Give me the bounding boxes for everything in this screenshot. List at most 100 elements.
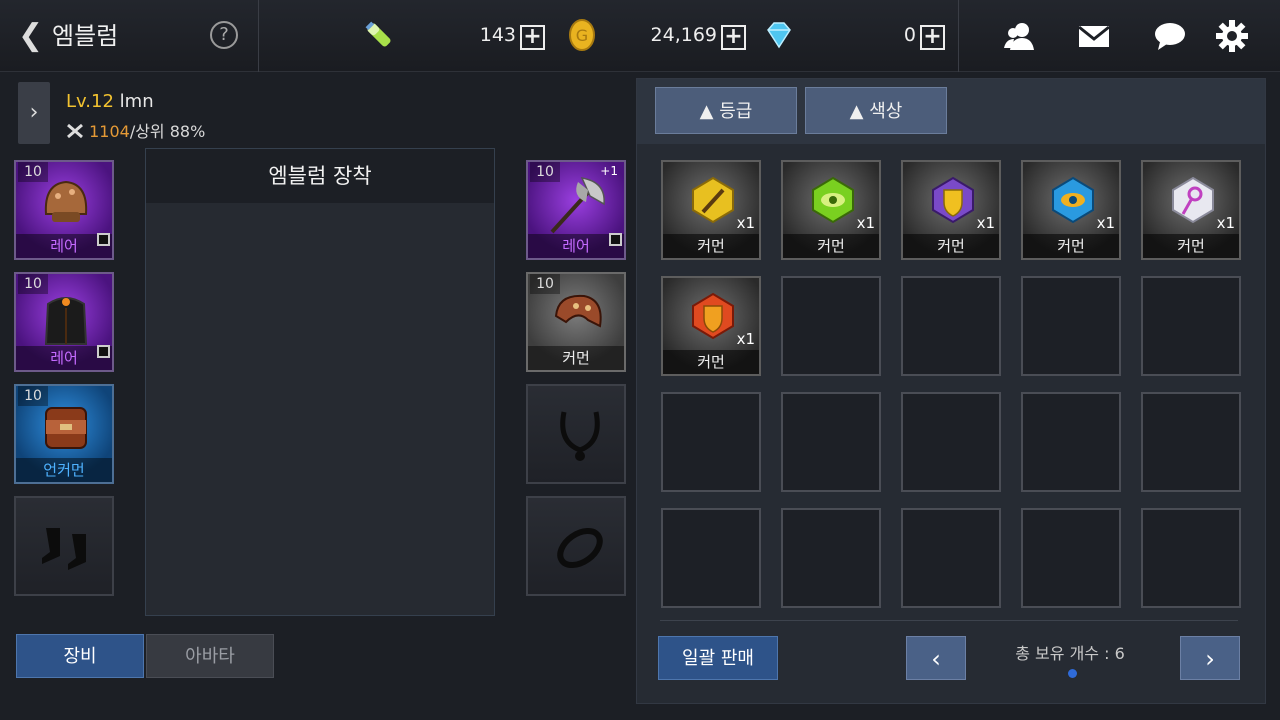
inventory-slot-empty[interactable] bbox=[901, 392, 1001, 492]
equip-slot-weapon[interactable]: 10 +1 레어 bbox=[526, 160, 626, 260]
inventory-slot-empty[interactable] bbox=[781, 392, 881, 492]
inventory-slot-empty[interactable] bbox=[1021, 276, 1121, 376]
next-page-button[interactable]: › bbox=[1180, 636, 1240, 680]
equip-slot-helmet[interactable]: 10 레어 bbox=[14, 160, 114, 260]
shield-emblem-red-icon bbox=[692, 292, 734, 340]
inventory-slot-empty[interactable] bbox=[1141, 508, 1241, 608]
help-button[interactable]: ? bbox=[210, 21, 238, 49]
equip-slot-armor[interactable]: 10 레어 bbox=[14, 272, 114, 372]
eye-emblem-green-icon bbox=[812, 176, 854, 224]
ring-icon bbox=[557, 527, 603, 569]
gold-resource: G 24,169 + bbox=[565, 16, 755, 56]
sell-all-button[interactable]: 일괄 판매 bbox=[658, 636, 778, 680]
sort-grade-button[interactable]: ▲ 등급 bbox=[655, 87, 797, 134]
sort-color-button[interactable]: ▲ 색상 bbox=[805, 87, 947, 134]
inventory-slot-empty[interactable] bbox=[901, 508, 1001, 608]
gold-coin-icon: G bbox=[569, 19, 595, 51]
sword-emblem-icon bbox=[692, 176, 734, 224]
energy-plus-button[interactable]: + bbox=[520, 25, 545, 50]
lock-checkbox[interactable] bbox=[97, 345, 110, 358]
crossed-swords-icon bbox=[67, 123, 83, 139]
inventory-slot-empty[interactable] bbox=[661, 508, 761, 608]
equip-slot-bracer[interactable]: 10 언커먼 bbox=[14, 384, 114, 484]
eye-emblem-blue-icon bbox=[1052, 176, 1094, 224]
rank-text: /상위 88% bbox=[129, 122, 206, 141]
tab-avatar[interactable]: 아바타 bbox=[146, 634, 274, 678]
power-value: 1104 bbox=[89, 122, 130, 141]
item-count: x1 bbox=[1096, 214, 1115, 232]
inventory-slot-empty[interactable] bbox=[1021, 392, 1121, 492]
item-grade: 커먼 bbox=[663, 234, 759, 258]
item-count: x1 bbox=[856, 214, 875, 232]
item-count: x1 bbox=[976, 214, 995, 232]
equip-slot-ring[interactable] bbox=[526, 496, 626, 596]
item-count: x1 bbox=[736, 330, 755, 348]
item-grade: 커먼 bbox=[663, 350, 759, 374]
item-count: x1 bbox=[736, 214, 755, 232]
player-level: Lv.12 lmn bbox=[66, 91, 154, 112]
total-count: 총 보유 개수 : 6 bbox=[1015, 644, 1125, 663]
item-count: x1 bbox=[1216, 214, 1235, 232]
equip-slot-necklace[interactable] bbox=[526, 384, 626, 484]
divider bbox=[258, 0, 259, 72]
slot-level: 10 bbox=[18, 162, 48, 182]
inventory-slot[interactable]: x1 커먼 bbox=[1021, 160, 1121, 260]
energy-potion-icon bbox=[365, 21, 391, 47]
inventory-slot-empty[interactable] bbox=[1141, 392, 1241, 492]
gold-value: 24,169 bbox=[650, 24, 717, 46]
enhance-level: +1 bbox=[600, 164, 618, 178]
helmet-icon bbox=[44, 180, 88, 222]
energy-resource: 143 + bbox=[360, 16, 550, 56]
lock-checkbox[interactable] bbox=[97, 233, 110, 246]
inventory-slot-empty[interactable] bbox=[1141, 276, 1241, 376]
chat-icon[interactable] bbox=[1152, 18, 1188, 54]
inventory-slot[interactable]: x1 커먼 bbox=[661, 160, 761, 260]
inventory-slot-empty[interactable] bbox=[781, 508, 881, 608]
slot-grade: 커먼 bbox=[528, 346, 624, 370]
prev-page-button[interactable]: ‹ bbox=[906, 636, 966, 680]
diamond-plus-button[interactable]: + bbox=[920, 25, 945, 50]
gold-plus-button[interactable]: + bbox=[721, 25, 746, 50]
inventory-slot[interactable]: x1 커먼 bbox=[901, 160, 1001, 260]
necklace-icon bbox=[560, 411, 600, 461]
sort-bar: ▲ 등급 ▲ 색상 bbox=[637, 79, 1265, 144]
equip-slot-shoulder[interactable]: 10 커먼 bbox=[526, 272, 626, 372]
combat-power: 1104/상위 88% bbox=[66, 118, 205, 142]
inventory-slot-empty[interactable] bbox=[901, 276, 1001, 376]
inventory-slot-empty[interactable] bbox=[781, 276, 881, 376]
equip-slot-boots[interactable] bbox=[14, 496, 114, 596]
mail-icon[interactable] bbox=[1076, 18, 1112, 54]
inventory-slot[interactable]: x1 커먼 bbox=[661, 276, 761, 376]
tab-equipment[interactable]: 장비 bbox=[16, 634, 144, 678]
divider bbox=[660, 620, 1238, 621]
diamond-value: 0 bbox=[903, 24, 916, 46]
svg-text:G: G bbox=[576, 26, 588, 45]
player-name: lmn bbox=[119, 91, 154, 112]
slot-level: 10 bbox=[530, 162, 560, 182]
friends-icon[interactable] bbox=[1002, 18, 1038, 54]
axe-icon bbox=[550, 177, 605, 234]
inventory-slot[interactable]: x1 커먼 bbox=[1141, 160, 1241, 260]
inventory-slot[interactable]: x1 커먼 bbox=[781, 160, 881, 260]
expand-profile-button[interactable]: › bbox=[18, 82, 50, 144]
chevron-left-icon[interactable]: ❮ bbox=[18, 18, 44, 54]
pauldron-icon bbox=[554, 294, 602, 328]
slot-level: 10 bbox=[18, 274, 48, 294]
staff-emblem-white-icon bbox=[1172, 176, 1214, 224]
diamond-resource: 0 + bbox=[762, 16, 952, 56]
divider bbox=[958, 0, 959, 72]
emblem-equip-panel: 엠블럼 장착 bbox=[145, 148, 495, 616]
shield-emblem-purple-icon bbox=[932, 176, 974, 224]
slot-level: 10 bbox=[530, 274, 560, 294]
energy-value: 143 bbox=[479, 24, 516, 46]
emblem-panel-title: 엠블럼 장착 bbox=[146, 149, 494, 203]
item-grade: 커먼 bbox=[1023, 234, 1119, 258]
gear-icon[interactable] bbox=[1214, 18, 1250, 54]
slot-level: 10 bbox=[18, 386, 48, 406]
inventory-slot-empty[interactable] bbox=[1021, 508, 1121, 608]
inventory-slot-empty[interactable] bbox=[661, 392, 761, 492]
slot-grade: 언커먼 bbox=[16, 458, 112, 482]
item-grade: 커먼 bbox=[783, 234, 879, 258]
lock-checkbox[interactable] bbox=[609, 233, 622, 246]
armor-icon bbox=[44, 297, 88, 345]
